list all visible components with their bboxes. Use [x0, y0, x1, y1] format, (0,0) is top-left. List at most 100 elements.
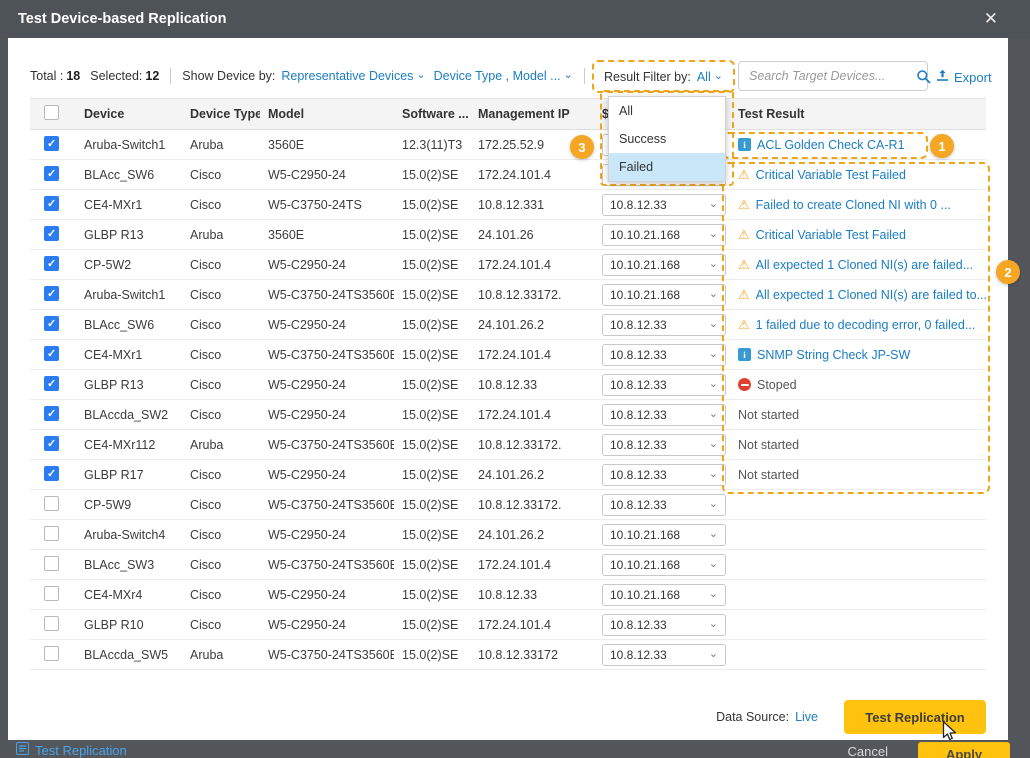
row-checkbox[interactable]: [44, 226, 59, 241]
ip-select[interactable]: 10.8.12.33: [602, 374, 726, 396]
table-row[interactable]: BLAcc_SW6 Cisco W5-C2950-24 15.0(2)SE 24…: [30, 310, 986, 340]
close-icon[interactable]: ✕: [984, 9, 998, 29]
test-result[interactable]: Not started: [730, 408, 986, 422]
table-row[interactable]: CE4-MXr112 Aruba W5-C3750-24TS3560E 15.0…: [30, 430, 986, 460]
background-cancel-button[interactable]: Cancel: [848, 744, 888, 758]
table-row[interactable]: CE4-MXr4 Cisco W5-C2950-24 15.0(2)SE 10.…: [30, 580, 986, 610]
ip-select[interactable]: 10.8.12.33: [602, 614, 726, 636]
table-row[interactable]: BLAccda_SW5 Aruba W5-C3750-24TS3560E 15.…: [30, 640, 986, 670]
chevron-down-icon: [709, 348, 718, 362]
table-row[interactable]: CE4-MXr1 Cisco W5-C3750-24TS3560E 15.0(2…: [30, 340, 986, 370]
select-all-checkbox[interactable]: [44, 105, 59, 120]
background-test-replication-link[interactable]: Test Replication: [16, 742, 127, 758]
row-checkbox[interactable]: [44, 616, 59, 631]
device-name: BLAccda_SW2: [76, 408, 182, 422]
device-type-model-dropdown[interactable]: Device Type , Model ...: [434, 69, 573, 83]
result-filter-value[interactable]: All: [697, 70, 723, 84]
test-result[interactable]: Not started: [730, 468, 986, 482]
test-result[interactable]: All expected 1 Cloned NI(s) are failed..…: [730, 257, 986, 273]
table-row[interactable]: Aruba-Switch1 Aruba 3560E 12.3(11)T3 172…: [30, 130, 986, 160]
management-ip: 10.8.12.33172: [470, 648, 594, 662]
row-checkbox[interactable]: [44, 346, 59, 361]
chevron-down-icon: [709, 198, 718, 212]
ip-select[interactable]: 10.8.12.33: [602, 464, 726, 486]
ip-select[interactable]: 10.8.12.33: [602, 194, 726, 216]
test-result[interactable]: 1 failed due to decoding error, 0 failed…: [730, 317, 986, 333]
ip-select[interactable]: 10.10.21.168: [602, 284, 726, 306]
row-checkbox[interactable]: [44, 646, 59, 661]
ip-select[interactable]: 10.8.12.33: [602, 644, 726, 666]
ip-select[interactable]: 10.8.12.33: [602, 494, 726, 516]
test-replication-button[interactable]: Test Replication: [844, 700, 986, 734]
test-result[interactable]: All expected 1 Cloned NI(s) are failed t…: [730, 287, 986, 303]
background-apply-button[interactable]: Apply: [918, 742, 1010, 758]
annotation-badge-3: 3: [570, 135, 594, 159]
representative-devices-dropdown[interactable]: Representative Devices: [281, 69, 425, 83]
result-filter-dropdown-control[interactable]: Result Filter by: All: [592, 60, 735, 93]
row-checkbox[interactable]: [44, 166, 59, 181]
table-row[interactable]: BLAccda_SW2 Cisco W5-C2950-24 15.0(2)SE …: [30, 400, 986, 430]
row-checkbox[interactable]: [44, 136, 59, 151]
management-ip: 24.101.26.2: [470, 528, 594, 542]
ip-select[interactable]: 10.10.21.168: [602, 554, 726, 576]
test-result[interactable]: Critical Variable Test Failed: [730, 227, 986, 243]
export-button[interactable]: Export: [936, 69, 992, 85]
row-checkbox[interactable]: [44, 556, 59, 571]
device-model: W5-C3750-24TS3560E: [260, 498, 394, 512]
dropdown-item-failed[interactable]: Failed: [609, 153, 725, 181]
dropdown-item-success[interactable]: Success: [609, 125, 725, 153]
row-checkbox[interactable]: [44, 496, 59, 511]
table-row[interactable]: CP-5W9 Cisco W5-C3750-24TS3560E 15.0(2)S…: [30, 490, 986, 520]
table-row[interactable]: GLBP R13 Cisco W5-C2950-24 15.0(2)SE 10.…: [30, 370, 986, 400]
selected-label: Selected:: [90, 69, 142, 83]
dropdown-item-all[interactable]: All: [609, 97, 725, 125]
search-icon[interactable]: [916, 69, 931, 84]
search-box: [738, 61, 928, 91]
ip-select[interactable]: 10.10.21.168: [602, 584, 726, 606]
row-checkbox[interactable]: [44, 196, 59, 211]
result-status-icon: [738, 378, 751, 391]
result-filter-label: Result Filter by:: [604, 70, 691, 84]
data-source-live-link[interactable]: Live: [795, 710, 818, 724]
table-row[interactable]: Aruba-Switch1 Cisco W5-C3750-24TS3560E 1…: [30, 280, 986, 310]
table-row[interactable]: GLBP R17 Cisco W5-C2950-24 15.0(2)SE 24.…: [30, 460, 986, 490]
ip-select[interactable]: 10.10.21.168: [602, 254, 726, 276]
table-row[interactable]: Aruba-Switch4 Cisco W5-C2950-24 15.0(2)S…: [30, 520, 986, 550]
ip-select[interactable]: 10.8.12.33: [602, 404, 726, 426]
device-type: Cisco: [182, 498, 260, 512]
total-value: 18: [66, 69, 80, 83]
table-row[interactable]: CE4-MXr1 Cisco W5-C3750-24TS 15.0(2)SE 1…: [30, 190, 986, 220]
management-ip: 24.101.26: [470, 228, 594, 242]
row-checkbox[interactable]: [44, 466, 59, 481]
row-checkbox[interactable]: [44, 286, 59, 301]
divider: [170, 68, 171, 84]
row-checkbox[interactable]: [44, 436, 59, 451]
table-row[interactable]: CP-5W2 Cisco W5-C2950-24 15.0(2)SE 172.2…: [30, 250, 986, 280]
ip-select[interactable]: 10.8.12.33: [602, 344, 726, 366]
test-result[interactable]: Stoped: [730, 378, 986, 392]
ip-select[interactable]: 10.10.21.168: [602, 224, 726, 246]
ip-select[interactable]: 10.8.12.33: [602, 434, 726, 456]
test-result[interactable]: Critical Variable Test Failed: [730, 167, 986, 183]
test-result[interactable]: Not started: [730, 438, 986, 452]
software-version: 15.0(2)SE: [394, 438, 470, 452]
row-checkbox[interactable]: [44, 526, 59, 541]
device-type: Cisco: [182, 588, 260, 602]
row-checkbox[interactable]: [44, 406, 59, 421]
table-row[interactable]: GLBP R10 Cisco W5-C2950-24 15.0(2)SE 172…: [30, 610, 986, 640]
search-input[interactable]: [739, 69, 916, 83]
device-model: W5-C2950-24: [260, 258, 394, 272]
ip-select[interactable]: 10.8.12.33: [602, 314, 726, 336]
row-checkbox[interactable]: [44, 376, 59, 391]
test-result[interactable]: Failed to create Cloned NI with 0 ...: [730, 197, 986, 213]
table-row[interactable]: BLAcc_SW6 Cisco W5-C2950-24 15.0(2)SE 17…: [30, 160, 986, 190]
ip-select[interactable]: 10.10.21.168: [602, 524, 726, 546]
device-type: Cisco: [182, 378, 260, 392]
row-checkbox[interactable]: [44, 256, 59, 271]
col-management-ip: Management IP: [470, 107, 594, 121]
table-row[interactable]: GLBP R13 Aruba 3560E 15.0(2)SE 24.101.26…: [30, 220, 986, 250]
row-checkbox[interactable]: [44, 316, 59, 331]
test-result[interactable]: SNMP String Check JP-SW: [730, 348, 986, 362]
table-row[interactable]: BLAcc_SW3 Cisco W5-C3750-24TS3560E 15.0(…: [30, 550, 986, 580]
row-checkbox[interactable]: [44, 586, 59, 601]
